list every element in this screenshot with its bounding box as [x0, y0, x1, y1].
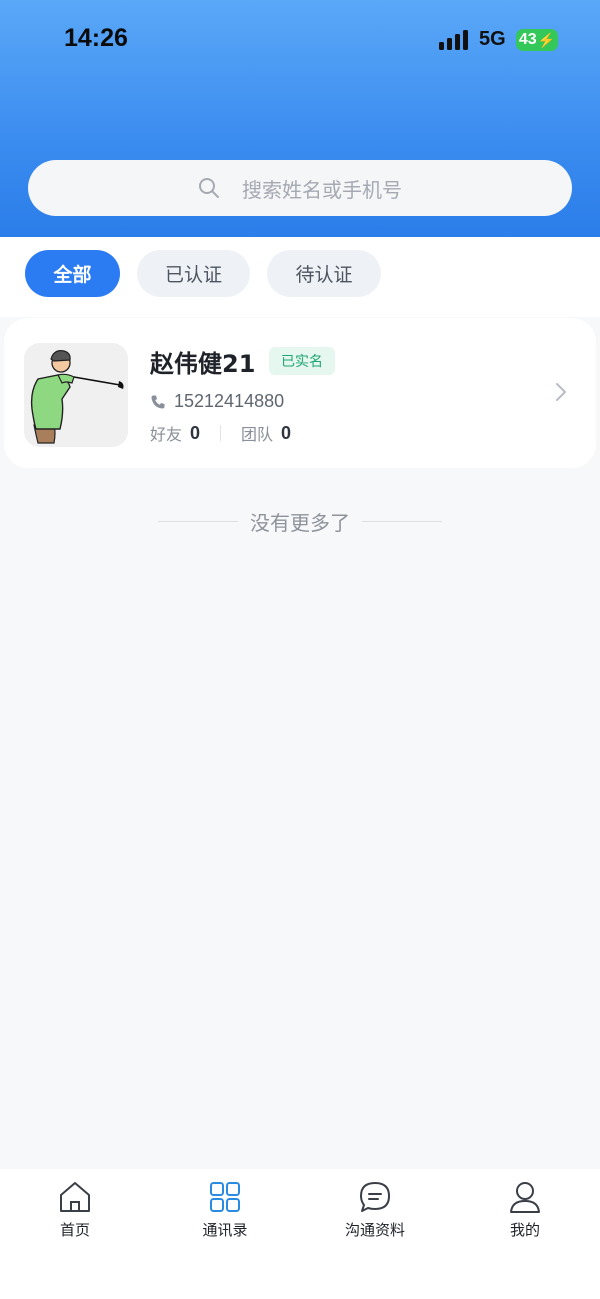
tab-home[interactable]: 首页 — [0, 1179, 150, 1249]
search-placeholder: 搜索姓名或手机号 — [242, 177, 402, 202]
divider-right — [362, 520, 442, 522]
tab-bar: 首页 通讯录 沟通资料 我的 — [0, 1169, 600, 1299]
phone-icon — [150, 394, 166, 410]
network-type: 5G — [479, 28, 506, 50]
friends-label: 好友 — [150, 425, 183, 444]
chevron-right-icon — [552, 380, 570, 404]
tab-home-label: 首页 — [59, 1221, 90, 1239]
avatar — [24, 343, 128, 447]
filter-verified[interactable]: 已认证 — [137, 250, 250, 297]
list-end-indicator: 没有更多了 — [0, 505, 600, 537]
phone-row: 15212414880 — [150, 391, 284, 412]
filter-pending[interactable]: 待认证 — [267, 250, 381, 297]
team-label: 团队 — [241, 425, 274, 444]
signal-icon — [439, 30, 469, 50]
friends-count: 0 — [190, 422, 201, 443]
tab-contacts[interactable]: 通讯录 — [150, 1179, 300, 1249]
battery-icon: 43 ⚡ — [516, 29, 558, 51]
status-time: 14:26 — [64, 24, 128, 52]
stats-divider — [220, 425, 222, 441]
header: 14:26 5G 43 ⚡ 搜索姓名或手机号 — [0, 0, 600, 237]
home-icon — [57, 1179, 93, 1215]
filter-all[interactable]: 全部 — [25, 250, 120, 297]
search-icon — [198, 177, 220, 199]
filter-bar: 全部 已认证 待认证 — [0, 237, 600, 317]
user-icon — [507, 1179, 543, 1215]
verified-badge: 已实名 — [269, 347, 335, 375]
tab-materials[interactable]: 沟通资料 — [300, 1179, 450, 1249]
tab-materials-label: 沟通资料 — [344, 1221, 405, 1239]
contact-card[interactable]: 赵伟健21 已实名 15212414880 好友 0 团队 0 — [4, 318, 596, 468]
tab-profile-label: 我的 — [509, 1221, 540, 1239]
search-input[interactable]: 搜索姓名或手机号 — [28, 160, 572, 216]
battery-level: 43 — [518, 31, 537, 48]
tab-contacts-label: 通讯录 — [202, 1221, 248, 1239]
contact-stats: 好友 0 团队 0 — [150, 421, 291, 445]
list-end-text: 没有更多了 — [250, 510, 350, 535]
contact-name: 赵伟健21 — [150, 350, 256, 378]
divider-left — [158, 520, 238, 522]
team-count: 0 — [281, 422, 292, 443]
contact-phone: 15212414880 — [174, 391, 285, 411]
grid-icon — [207, 1179, 243, 1215]
tab-profile[interactable]: 我的 — [450, 1179, 600, 1249]
chat-icon — [357, 1179, 393, 1215]
